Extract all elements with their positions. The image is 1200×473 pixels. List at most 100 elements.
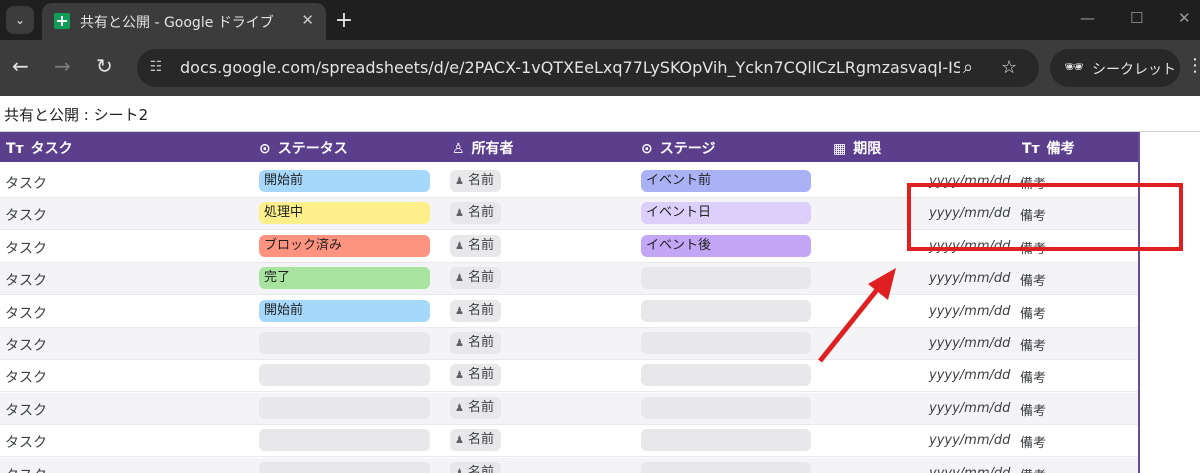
column-header-note: Tт 備考 bbox=[1022, 141, 1075, 157]
task-cell: タスク bbox=[5, 208, 47, 225]
owner-name: 名前 bbox=[467, 335, 494, 350]
table-row: タスク ♟名前 yyyy/mm/dd 備考 bbox=[0, 392, 1138, 425]
owner-chip: ♟名前 bbox=[450, 299, 501, 322]
person-icon: ♙ bbox=[452, 141, 465, 157]
owner-chip: ♟名前 bbox=[450, 364, 501, 387]
due-date-cell: yyyy/mm/dd bbox=[929, 336, 1011, 351]
search-icon[interactable]: ⌕ bbox=[963, 57, 973, 78]
stage-chip bbox=[641, 332, 811, 354]
task-cell: タスク bbox=[5, 402, 47, 419]
owner-name: 名前 bbox=[467, 173, 494, 188]
table-row: タスク 開始前 ♟ 名前 yyyy/mm/dd 備考 bbox=[0, 295, 1138, 328]
task-cell: タスク bbox=[5, 370, 47, 387]
annotation-arrow bbox=[818, 268, 896, 363]
calendar-icon: ▦ bbox=[833, 141, 847, 157]
person-icon: ♟ bbox=[455, 176, 464, 187]
task-cell: タスク bbox=[5, 338, 47, 354]
published-sheet: 共有と公開 : シート2 Tт タスク ⊙ ステータス ♙ 所有者 ⊙ ステージ ▦ 期限… bbox=[0, 96, 1200, 473]
bookmark-star-icon[interactable]: ☆ bbox=[1001, 57, 1017, 78]
status-chip: 開始前 bbox=[259, 299, 430, 322]
stage-chip: イベント後 bbox=[641, 234, 811, 257]
due-date-cell: yyyy/mm/dd bbox=[929, 271, 1011, 287]
owner-name: 名前 bbox=[467, 270, 494, 286]
owner-chip: ♟名前 bbox=[450, 202, 501, 225]
table-row: タスク ♟名前 yyyy/mm/dd 備考 bbox=[0, 360, 1138, 393]
incognito-icon: 🕶 bbox=[1064, 57, 1085, 76]
dropdown-chip-icon: ⊙ bbox=[641, 141, 653, 157]
task-cell: タスク bbox=[5, 435, 47, 452]
table-row: タスク ♟名前 yyyy/mm/dd 備考 bbox=[0, 425, 1138, 458]
stage-chip: イベント日 bbox=[641, 202, 811, 225]
column-header-task: Tт タスク bbox=[6, 141, 73, 157]
new-tab-button[interactable]: + bbox=[330, 6, 358, 34]
person-icon: ♟ bbox=[455, 240, 464, 252]
person-icon: ♟ bbox=[455, 402, 464, 414]
column-header-stage: ⊙ ステージ bbox=[641, 141, 716, 157]
owner-name: 名前 bbox=[467, 367, 494, 383]
url-text[interactable]: docs.google.com/spreadsheets/d/e/2PACX-1… bbox=[180, 58, 960, 77]
stage-chip bbox=[641, 396, 811, 419]
task-cell: タスク bbox=[5, 273, 47, 290]
status-chip bbox=[259, 364, 430, 387]
incognito-label: シークレット bbox=[1092, 62, 1176, 78]
task-cell: タスク bbox=[5, 240, 47, 257]
minimize-icon[interactable]: — bbox=[1080, 9, 1095, 27]
stage-chip bbox=[641, 364, 811, 387]
status-chip bbox=[259, 332, 430, 354]
close-tab-icon[interactable]: ✕ bbox=[301, 11, 314, 29]
note-cell: 備考 bbox=[1020, 465, 1046, 473]
owner-name: 名前 bbox=[467, 464, 494, 473]
status-chip: 処理中 bbox=[259, 202, 430, 225]
browser-toolbar: ← → ↻ ☷ docs.google.com/spreadsheets/d/e… bbox=[0, 40, 1200, 96]
sheets-favicon-icon bbox=[54, 13, 70, 29]
forward-arrow-icon[interactable]: → bbox=[54, 56, 71, 76]
due-date-cell: yyyy/mm/dd bbox=[929, 400, 1011, 416]
column-header-due: ▦ 期限 bbox=[833, 141, 882, 157]
reload-icon[interactable]: ↻ bbox=[96, 56, 113, 76]
owner-name: 名前 bbox=[467, 302, 494, 318]
browser-menu-icon[interactable]: ⋮ bbox=[1186, 55, 1200, 76]
owner-chip: ♟名前 bbox=[450, 170, 501, 192]
incognito-button[interactable]: 🕶 シークレット bbox=[1050, 49, 1180, 87]
task-cell: タスク bbox=[5, 176, 47, 192]
table-row: タスク ♟名前 yyyy/mm/dd 備考 bbox=[0, 328, 1138, 360]
owner-chip: ♟名前 bbox=[450, 396, 501, 419]
due-date-cell: yyyy/mm/dd bbox=[929, 466, 1010, 473]
stage-chip bbox=[641, 461, 811, 473]
column-header-owner: ♙ 所有者 bbox=[452, 141, 514, 157]
tab-search-button[interactable]: ⌄ bbox=[6, 6, 34, 34]
back-arrow-icon[interactable]: ← bbox=[12, 56, 29, 76]
chevron-down-icon: ⌄ bbox=[14, 13, 26, 27]
person-icon: ♟ bbox=[455, 468, 464, 473]
annotation-highlight-box bbox=[907, 183, 1183, 251]
task-cell: タスク bbox=[5, 465, 47, 473]
person-icon: ♟ bbox=[455, 273, 464, 285]
task-cell: タスク bbox=[5, 305, 47, 322]
tab-title: 共有と公開 - Google ドライブ bbox=[80, 15, 274, 31]
status-chip: ブロック済み bbox=[259, 234, 430, 257]
due-date-cell: yyyy/mm/dd bbox=[929, 433, 1011, 449]
owner-name: 名前 bbox=[467, 432, 494, 448]
note-cell: 備考 bbox=[1020, 306, 1047, 322]
tab-strip: ⌄ 共有と公開 - Google ドライブ ✕ + — ☐ ✕ bbox=[0, 0, 1200, 40]
address-bar[interactable]: ☷ docs.google.com/spreadsheets/d/e/2PACX… bbox=[137, 49, 1039, 87]
owner-chip: ♟名前 bbox=[450, 332, 501, 354]
owner-name: 名前 bbox=[467, 237, 494, 253]
stage-chip bbox=[641, 267, 811, 290]
maximize-icon[interactable]: ☐ bbox=[1130, 9, 1143, 27]
table-row: タスク ♟名前 yyyy/mm/dd 備考 bbox=[0, 457, 1138, 473]
close-window-icon[interactable]: ✕ bbox=[1178, 9, 1191, 27]
browser-tab[interactable]: 共有と公開 - Google ドライブ ✕ bbox=[42, 3, 326, 40]
person-icon: ♟ bbox=[455, 435, 464, 447]
owner-chip: ♟名前 bbox=[450, 267, 501, 290]
plus-icon: + bbox=[334, 7, 354, 33]
stage-chip: イベント前 bbox=[641, 170, 811, 192]
status-chip bbox=[259, 396, 430, 419]
status-chip bbox=[259, 429, 430, 452]
owner-chip: ♟名前 bbox=[450, 234, 501, 257]
site-settings-icon[interactable]: ☷ bbox=[147, 59, 165, 77]
note-cell: 備考 bbox=[1020, 339, 1047, 354]
owner-name: 名前 bbox=[467, 399, 494, 415]
table-header: Tт タスク ⊙ ステータス ♙ 所有者 ⊙ ステージ ▦ 期限 Tт 備考 bbox=[0, 132, 1138, 162]
note-cell: 備考 bbox=[1020, 403, 1047, 419]
